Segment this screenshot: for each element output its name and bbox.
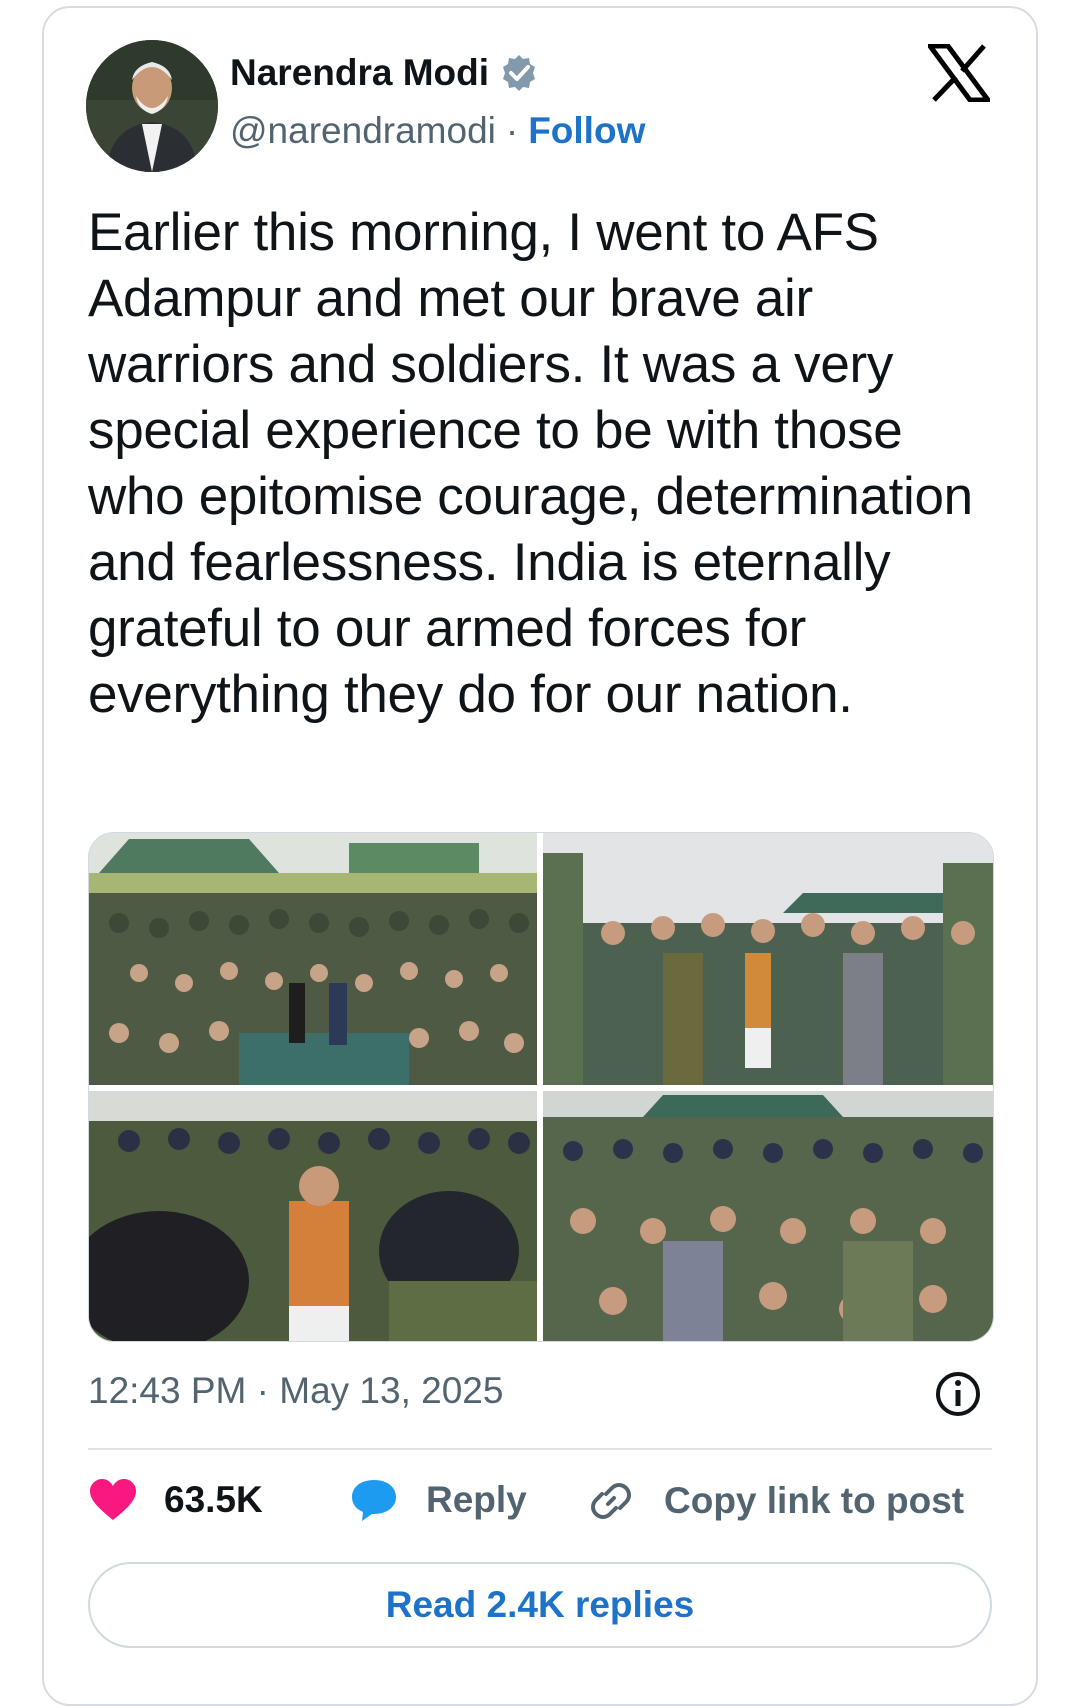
tweet-timestamp[interactable]: 12:43 PM · May 13, 2025	[88, 1370, 503, 1412]
divider	[88, 1448, 992, 1450]
photo-2[interactable]	[543, 833, 993, 1085]
photo-4[interactable]	[543, 1091, 993, 1341]
photo-3[interactable]	[89, 1091, 537, 1341]
author-handle-row: @narendramodi · Follow	[230, 110, 645, 152]
separator-dot: ·	[505, 110, 519, 151]
read-replies-button[interactable]: Read 2.4K replies	[88, 1562, 992, 1648]
x-logo-icon[interactable]	[928, 44, 990, 102]
copy-link-label: Copy link to post	[664, 1480, 965, 1521]
author-handle[interactable]: @narendramodi	[230, 110, 496, 152]
author-name-row: Narendra Modi	[230, 52, 539, 94]
follow-button[interactable]: Follow	[528, 110, 645, 152]
avatar-image	[86, 40, 218, 172]
link-icon	[591, 1483, 631, 1519]
verified-badge-icon	[503, 55, 536, 91]
tweet-text: Earlier this morning, I went to AFS Adam…	[88, 203, 973, 724]
avatar[interactable]	[86, 40, 218, 172]
like-button[interactable]: 63.5K	[88, 1478, 263, 1522]
like-count: 63.5K	[164, 1479, 263, 1520]
reply-label: Reply	[426, 1479, 527, 1520]
reply-button[interactable]: Reply	[350, 1478, 527, 1522]
photo-1[interactable]	[89, 833, 537, 1085]
action-bar: 63.5K Reply Copy link to post	[88, 1478, 992, 1534]
author-name[interactable]: Narendra Modi	[230, 52, 489, 94]
heart-icon	[90, 1479, 136, 1520]
copy-link-button[interactable]: Copy link to post	[588, 1478, 964, 1524]
photo-grid	[88, 832, 994, 1342]
speech-bubble-icon	[352, 1480, 396, 1521]
info-icon[interactable]	[934, 1370, 982, 1418]
